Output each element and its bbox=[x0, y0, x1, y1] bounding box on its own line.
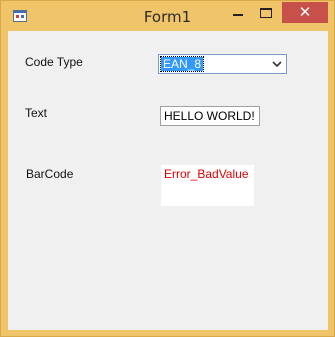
close-icon: ✕ bbox=[298, 3, 312, 21]
barcode-display: Error_BadValue bbox=[161, 165, 254, 206]
barcode-error-text: Error_BadValue bbox=[164, 167, 249, 181]
text-input[interactable]: HELLO WORLD! bbox=[160, 106, 260, 126]
form1-window: Form1 ✕ Code Type EAN_8 Text HELLO WORLD… bbox=[0, 0, 335, 337]
minimize-button[interactable] bbox=[225, 2, 251, 23]
maximize-button[interactable] bbox=[253, 2, 279, 23]
chevron-down-icon[interactable] bbox=[271, 58, 283, 70]
barcode-label: BarCode bbox=[26, 167, 74, 181]
close-button[interactable]: ✕ bbox=[282, 2, 328, 23]
title-bar[interactable]: Form1 ✕ bbox=[1, 1, 334, 31]
code-type-dropdown[interactable]: EAN_8 bbox=[158, 54, 287, 74]
text-label: Text bbox=[25, 106, 48, 120]
form-client-area: Code Type EAN_8 Text HELLO WORLD! BarCod… bbox=[8, 31, 328, 330]
code-type-selected-value: EAN_8 bbox=[159, 56, 205, 72]
minimize-icon bbox=[233, 14, 243, 16]
maximize-icon bbox=[260, 8, 272, 18]
code-type-label: Code Type bbox=[25, 55, 83, 69]
